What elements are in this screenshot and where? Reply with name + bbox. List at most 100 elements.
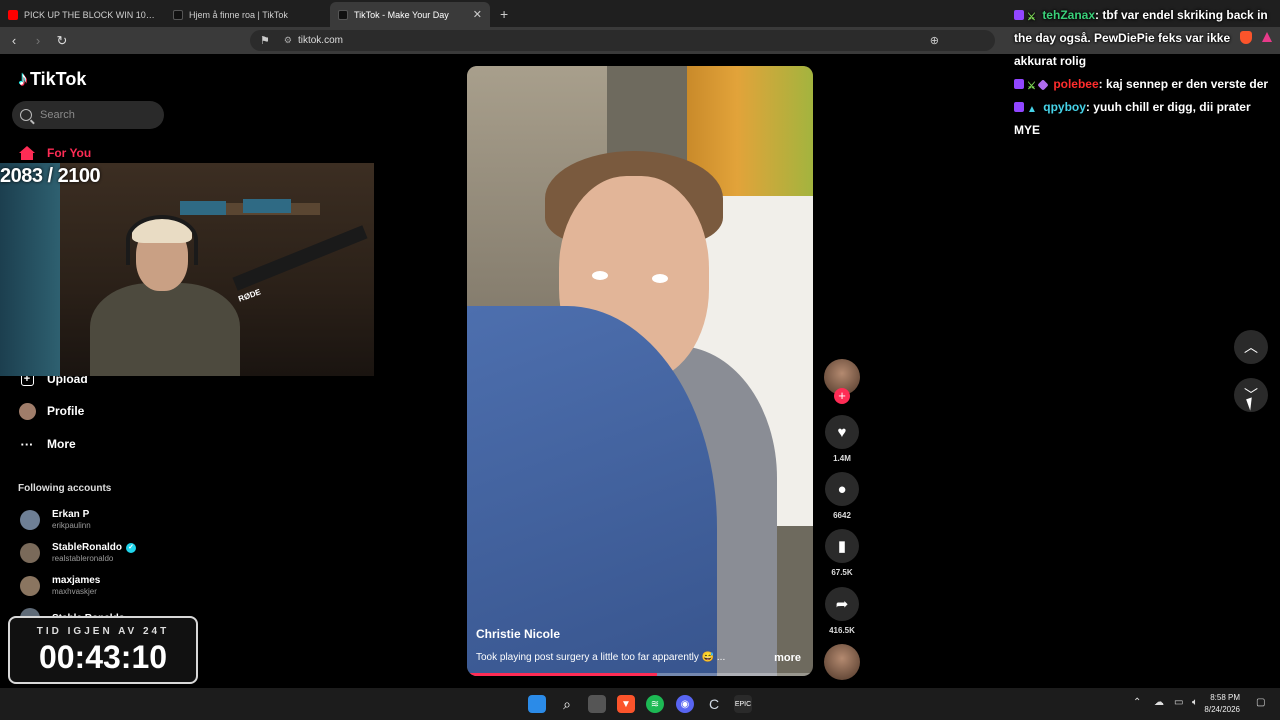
follow-plus-icon[interactable]: + bbox=[834, 388, 850, 404]
back-icon[interactable]: ‹ bbox=[4, 33, 24, 48]
search-icon bbox=[20, 109, 32, 121]
sidebar-item-label: For You bbox=[47, 146, 92, 160]
streamer-body bbox=[90, 283, 240, 376]
comment-button[interactable]: ● 6642 bbox=[823, 472, 861, 520]
verified-badge-icon: ✓ bbox=[126, 542, 137, 553]
more-dots-icon: ··· bbox=[20, 436, 34, 452]
chat-message: ⚔ polebee: kaj sennep er den verste der bbox=[1014, 73, 1276, 96]
chat-text: kaj sennep er den verste der bbox=[1106, 77, 1269, 91]
webcam-overlay: RØDE bbox=[0, 163, 374, 376]
tab-title: PICK UP THE BLOCK WIN 10,000 $$$ bbox=[24, 9, 157, 20]
share-button[interactable]: ➦ 416.5K bbox=[823, 587, 861, 635]
clock-date: 8/24/2026 bbox=[1204, 705, 1240, 714]
avatar bbox=[20, 542, 40, 563]
spotify-icon[interactable]: ≋ bbox=[646, 695, 664, 713]
start-button[interactable] bbox=[528, 695, 546, 713]
address-bar[interactable]: ⚑ ⚙ tiktok.com ⊕ bbox=[250, 30, 995, 51]
countdown-timer: TID IGJEN AV 24T 00:43:10 bbox=[8, 616, 198, 684]
timer-label: TID IGJEN AV 24T bbox=[36, 626, 170, 637]
close-tab-icon[interactable]: ✕ bbox=[473, 8, 482, 21]
sound-avatar bbox=[824, 644, 860, 680]
video-creator-name[interactable]: Christie Nicole bbox=[476, 627, 560, 641]
tab-tiktok-hjem[interactable]: Hjem å finne roa | TikTok bbox=[165, 2, 330, 27]
reload-icon[interactable]: ↻ bbox=[52, 33, 72, 49]
like-button[interactable]: ♥ 1.4M bbox=[823, 415, 861, 463]
video-caption: Took playing post surgery a little too f… bbox=[476, 652, 726, 663]
video-eye bbox=[592, 271, 608, 280]
sub-counter: 2083 / 2100 bbox=[0, 165, 101, 187]
comment-icon: ● bbox=[825, 472, 859, 506]
video-player[interactable]: Christie Nicole Took playing post surger… bbox=[467, 66, 813, 676]
sidebar-item-for-you[interactable]: For You bbox=[18, 145, 91, 161]
youtube-icon bbox=[8, 9, 18, 20]
forward-icon[interactable]: › bbox=[28, 33, 48, 48]
previous-video-button[interactable]: ︿ bbox=[1234, 330, 1268, 364]
following-accounts-title: Following accounts bbox=[18, 483, 112, 494]
cloud-icon[interactable]: ☁ bbox=[1154, 697, 1164, 708]
chevron-up-icon[interactable]: ⌃ bbox=[1133, 697, 1141, 708]
search-placeholder: Search bbox=[40, 109, 75, 121]
twitch-badge-icon bbox=[1014, 102, 1024, 112]
new-tab-button[interactable]: + bbox=[490, 2, 518, 27]
video-eye bbox=[652, 274, 668, 283]
headset-icon bbox=[126, 215, 198, 265]
triangle-badge-icon: ▲ bbox=[1027, 104, 1037, 115]
gem-badge-icon bbox=[1037, 79, 1049, 91]
notification-icon[interactable]: ▢ bbox=[1256, 697, 1265, 708]
sidebar-item-label: More bbox=[47, 437, 76, 451]
save-button[interactable]: ▮ 67.5K bbox=[823, 529, 861, 577]
bookmark-icon[interactable]: ⚑ bbox=[260, 34, 270, 47]
ccleaner-icon[interactable]: C bbox=[705, 695, 723, 713]
cam-screen bbox=[180, 201, 226, 215]
account-name: maxjames bbox=[52, 575, 101, 586]
like-count: 1.4M bbox=[833, 454, 851, 463]
chat-message: ⚔ tehZanax: tbf var endel skriking back … bbox=[1014, 8, 1268, 68]
zoom-icon[interactable]: ⊕ bbox=[930, 34, 939, 47]
account-handle: realstableronaldo bbox=[52, 554, 114, 563]
chat-username: polebee bbox=[1053, 77, 1099, 91]
site-info-icon[interactable]: ⚙ bbox=[284, 35, 292, 46]
brave-browser-icon[interactable]: ▼ bbox=[617, 695, 635, 713]
profile-avatar-icon bbox=[18, 402, 36, 420]
video-progress-bar[interactable] bbox=[467, 673, 813, 676]
sound-avatar-button[interactable] bbox=[823, 644, 861, 680]
account-handle: erikpaulinn bbox=[52, 521, 91, 530]
stream-chat-overlay: ⚔ tehZanax: tbf var endel skriking back … bbox=[1014, 4, 1276, 142]
epic-games-icon[interactable]: EPIC bbox=[734, 695, 752, 713]
following-account-row[interactable]: StableRonaldo ✓ realstableronaldo bbox=[20, 542, 137, 563]
file-explorer-icon[interactable] bbox=[588, 695, 606, 713]
tiktok-logo[interactable]: ♪ TikTok bbox=[18, 68, 86, 91]
account-name: StableRonaldo bbox=[52, 542, 123, 553]
system-clock[interactable]: 8:58 PM 8/24/2026 bbox=[1204, 692, 1240, 716]
chevron-up-icon: ︿ bbox=[1244, 339, 1258, 355]
tiktok-icon bbox=[173, 9, 183, 20]
avatar bbox=[20, 575, 40, 596]
caption-more-button[interactable]: more bbox=[774, 652, 801, 664]
comment-count: 6642 bbox=[833, 511, 851, 520]
bookmark-icon: ▮ bbox=[825, 529, 859, 563]
following-account-row[interactable]: Erkan P erikpaulinn bbox=[20, 509, 91, 530]
chat-username: qpyboy bbox=[1043, 100, 1086, 114]
tab-youtube[interactable]: PICK UP THE BLOCK WIN 10,000 $$$ bbox=[0, 2, 165, 27]
cam-window bbox=[0, 163, 60, 376]
tab-tiktok-active[interactable]: TikTok - Make Your Day ✕ bbox=[330, 2, 490, 27]
save-count: 67.5K bbox=[831, 568, 853, 577]
chat-username: tehZanax bbox=[1042, 8, 1095, 22]
sword-badge-icon: ⚔ bbox=[1027, 12, 1036, 23]
sidebar-item-profile[interactable]: Profile bbox=[18, 402, 84, 420]
tiktok-icon bbox=[338, 9, 348, 20]
timer-value: 00:43:10 bbox=[38, 639, 168, 675]
discord-icon[interactable]: ◉ bbox=[676, 695, 694, 713]
clock-time: 8:58 PM bbox=[1210, 693, 1240, 702]
mic-brand: RØDE bbox=[237, 287, 262, 304]
sidebar-item-more[interactable]: ··· More bbox=[18, 436, 76, 452]
volume-icon[interactable]: 🔈︎ bbox=[1192, 697, 1198, 708]
screen: PICK UP THE BLOCK WIN 10,000 $$$ Hjem å … bbox=[0, 0, 1280, 720]
search-icon[interactable]: ⌕ bbox=[558, 695, 576, 713]
network-icon[interactable]: ▭ bbox=[1174, 697, 1183, 708]
twitch-badge-icon bbox=[1014, 10, 1024, 20]
share-icon: ➦ bbox=[825, 587, 859, 621]
following-account-row[interactable]: maxjames maxhvaskjer bbox=[20, 575, 100, 596]
creator-avatar-button[interactable]: + bbox=[823, 359, 861, 404]
search-input[interactable]: Search bbox=[12, 101, 164, 129]
